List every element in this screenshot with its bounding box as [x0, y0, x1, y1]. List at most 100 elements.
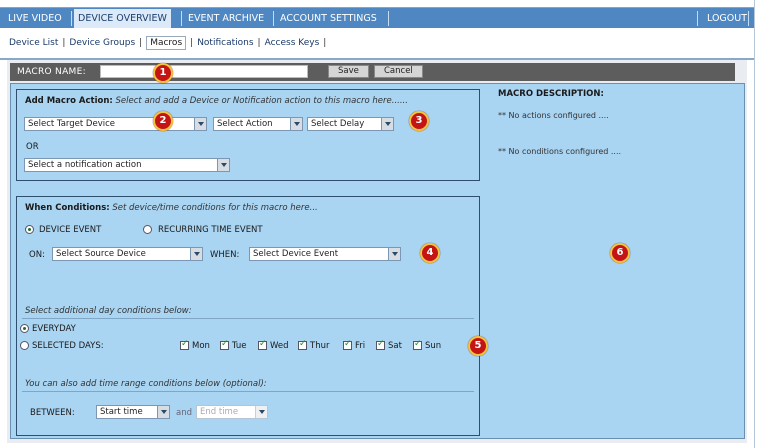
divider: [22, 318, 474, 319]
chevron-down-icon[interactable]: [290, 118, 302, 130]
conditions-heading: When Conditions: Set device/time conditi…: [25, 203, 318, 213]
day-label-sun: Sun: [425, 341, 442, 351]
start-time-select[interactable]: Start time: [96, 405, 170, 419]
day-label-sat: Sat: [388, 341, 402, 351]
day-checkbox-mon[interactable]: [180, 339, 189, 350]
day-label-mon: Mon: [192, 341, 210, 351]
chevron-down-icon[interactable]: [388, 248, 400, 260]
macro-panel: Add Macro Action: Select and add a Devic…: [10, 83, 745, 439]
tab-divider: |: [139, 38, 143, 48]
sub-nav-row: Device List | Device Groups | Macros | Notific…: [9, 36, 330, 50]
end-time-value: End time: [200, 407, 239, 417]
add-action-subtitle: Select and add a Device or Notification …: [115, 96, 408, 106]
macro-name-label: MACRO NAME:: [17, 67, 86, 77]
chevron-down-icon[interactable]: [157, 406, 169, 418]
everyday-label: EVERYDAY: [32, 324, 76, 334]
notification-action-select[interactable]: Select a notification action: [24, 158, 230, 172]
action-value: Select Action: [217, 119, 273, 129]
conditions-subtitle: Set device/time conditions for this macr…: [112, 203, 318, 213]
delay-select[interactable]: Select Delay: [307, 117, 394, 131]
day-checkbox-tue[interactable]: [220, 339, 229, 350]
tab-device-groups[interactable]: Device Groups: [69, 38, 135, 48]
end-time-select[interactable]: End time: [196, 405, 268, 419]
macro-name-bar: MACRO NAME: Save Cancel: [10, 63, 735, 81]
callout-1: 1: [153, 63, 173, 83]
day-label-thur: Thur: [310, 341, 330, 351]
day-checkbox-thur[interactable]: [298, 339, 307, 350]
top-nav-bar: LIVE VIDEO DEVICE OVERVIEW EVENT ARCHIVE…: [0, 7, 763, 29]
tab-divider: |: [190, 38, 194, 48]
add-action-heading: Add Macro Action: Select and add a Devic…: [25, 96, 408, 106]
source-device-value: Select Source Device: [56, 249, 146, 259]
chevron-down-icon[interactable]: [194, 118, 206, 130]
nav-separator: [748, 11, 749, 26]
recurring-time-label: RECURRING TIME EVENT: [158, 225, 263, 235]
device-event-select[interactable]: Select Device Event: [249, 247, 401, 261]
nav-separator: [388, 11, 389, 26]
device-event-label: DEVICE EVENT: [39, 225, 102, 235]
notification-action-value: Select a notification action: [28, 160, 142, 170]
nav-live-video[interactable]: LIVE VIDEO: [4, 8, 66, 29]
everyday-radio[interactable]: [20, 324, 29, 333]
conditions-title: When Conditions:: [25, 203, 110, 213]
between-label: BETWEEN:: [30, 408, 75, 418]
selected-days-label: SELECTED DAYS:: [32, 341, 104, 351]
device-event-radio[interactable]: [25, 225, 34, 234]
logout-link[interactable]: LOGOUT: [703, 8, 751, 29]
and-label: and: [176, 408, 192, 418]
no-actions-text: ** No actions configured ....: [498, 111, 609, 120]
chevron-down-icon[interactable]: [255, 406, 267, 418]
callout-3: 3: [409, 111, 429, 131]
tab-divider: |: [323, 38, 327, 48]
callout-4: 4: [420, 243, 440, 263]
macro-editor: MACRO NAME: Save Cancel Add Macro Action…: [7, 60, 747, 443]
add-action-title: Add Macro Action:: [25, 96, 113, 106]
source-device-select[interactable]: Select Source Device: [52, 247, 203, 261]
macro-description-title: MACRO DESCRIPTION:: [498, 89, 604, 99]
nav-device-overview[interactable]: DEVICE OVERVIEW: [74, 9, 171, 29]
callout-2: 2: [153, 111, 173, 131]
tab-access-keys[interactable]: Access Keys: [265, 38, 320, 48]
selected-days-radio[interactable]: [20, 341, 29, 350]
save-button[interactable]: Save: [328, 65, 369, 78]
tab-notifications[interactable]: Notifications: [197, 38, 253, 48]
nav-event-archive[interactable]: EVENT ARCHIVE: [184, 8, 268, 29]
day-checkbox-sun[interactable]: [413, 339, 422, 350]
day-conditions-note: Select additional day conditions below:: [25, 306, 192, 316]
nav-account-settings[interactable]: ACCOUNT SETTINGS: [276, 8, 381, 29]
day-checkbox-wed[interactable]: [258, 339, 267, 350]
tab-device-list[interactable]: Device List: [9, 38, 58, 48]
add-macro-action-box: Add Macro Action: Select and add a Devic…: [16, 89, 480, 181]
day-checkbox-sat[interactable]: [376, 339, 385, 350]
action-select[interactable]: Select Action: [213, 117, 303, 131]
callout-6: 6: [610, 243, 630, 263]
no-conditions-text: ** No conditions configured ....: [498, 147, 622, 156]
when-conditions-box: When Conditions: Set device/time conditi…: [16, 196, 480, 436]
time-range-note: You can also add time range conditions b…: [25, 379, 267, 389]
tab-divider: |: [62, 38, 66, 48]
chevron-down-icon[interactable]: [190, 248, 202, 260]
target-device-value: Select Target Device: [28, 119, 115, 129]
window-edge: [754, 0, 763, 448]
tab-macros[interactable]: Macros: [146, 36, 187, 50]
cancel-button[interactable]: Cancel: [374, 65, 423, 78]
on-label: ON:: [29, 250, 45, 260]
nav-separator: [181, 11, 182, 26]
delay-value: Select Delay: [311, 119, 365, 129]
start-time-value: Start time: [100, 407, 143, 417]
day-label-fri: Fri: [355, 341, 366, 351]
chevron-down-icon[interactable]: [381, 118, 393, 130]
macro-name-input[interactable]: [100, 65, 308, 78]
target-device-select[interactable]: Select Target Device: [24, 117, 207, 131]
day-label-wed: Wed: [270, 341, 289, 351]
nav-separator: [71, 11, 72, 26]
divider: [22, 391, 474, 392]
recurring-time-radio[interactable]: [143, 225, 152, 234]
nav-separator: [273, 11, 274, 26]
or-label: OR: [26, 142, 39, 152]
chevron-down-icon[interactable]: [217, 159, 229, 171]
sub-nav: Device List | Device Groups | Macros | Notific…: [0, 28, 763, 60]
day-label-tue: Tue: [232, 341, 247, 351]
day-checkbox-fri[interactable]: [343, 339, 352, 350]
tab-divider: |: [257, 38, 261, 48]
